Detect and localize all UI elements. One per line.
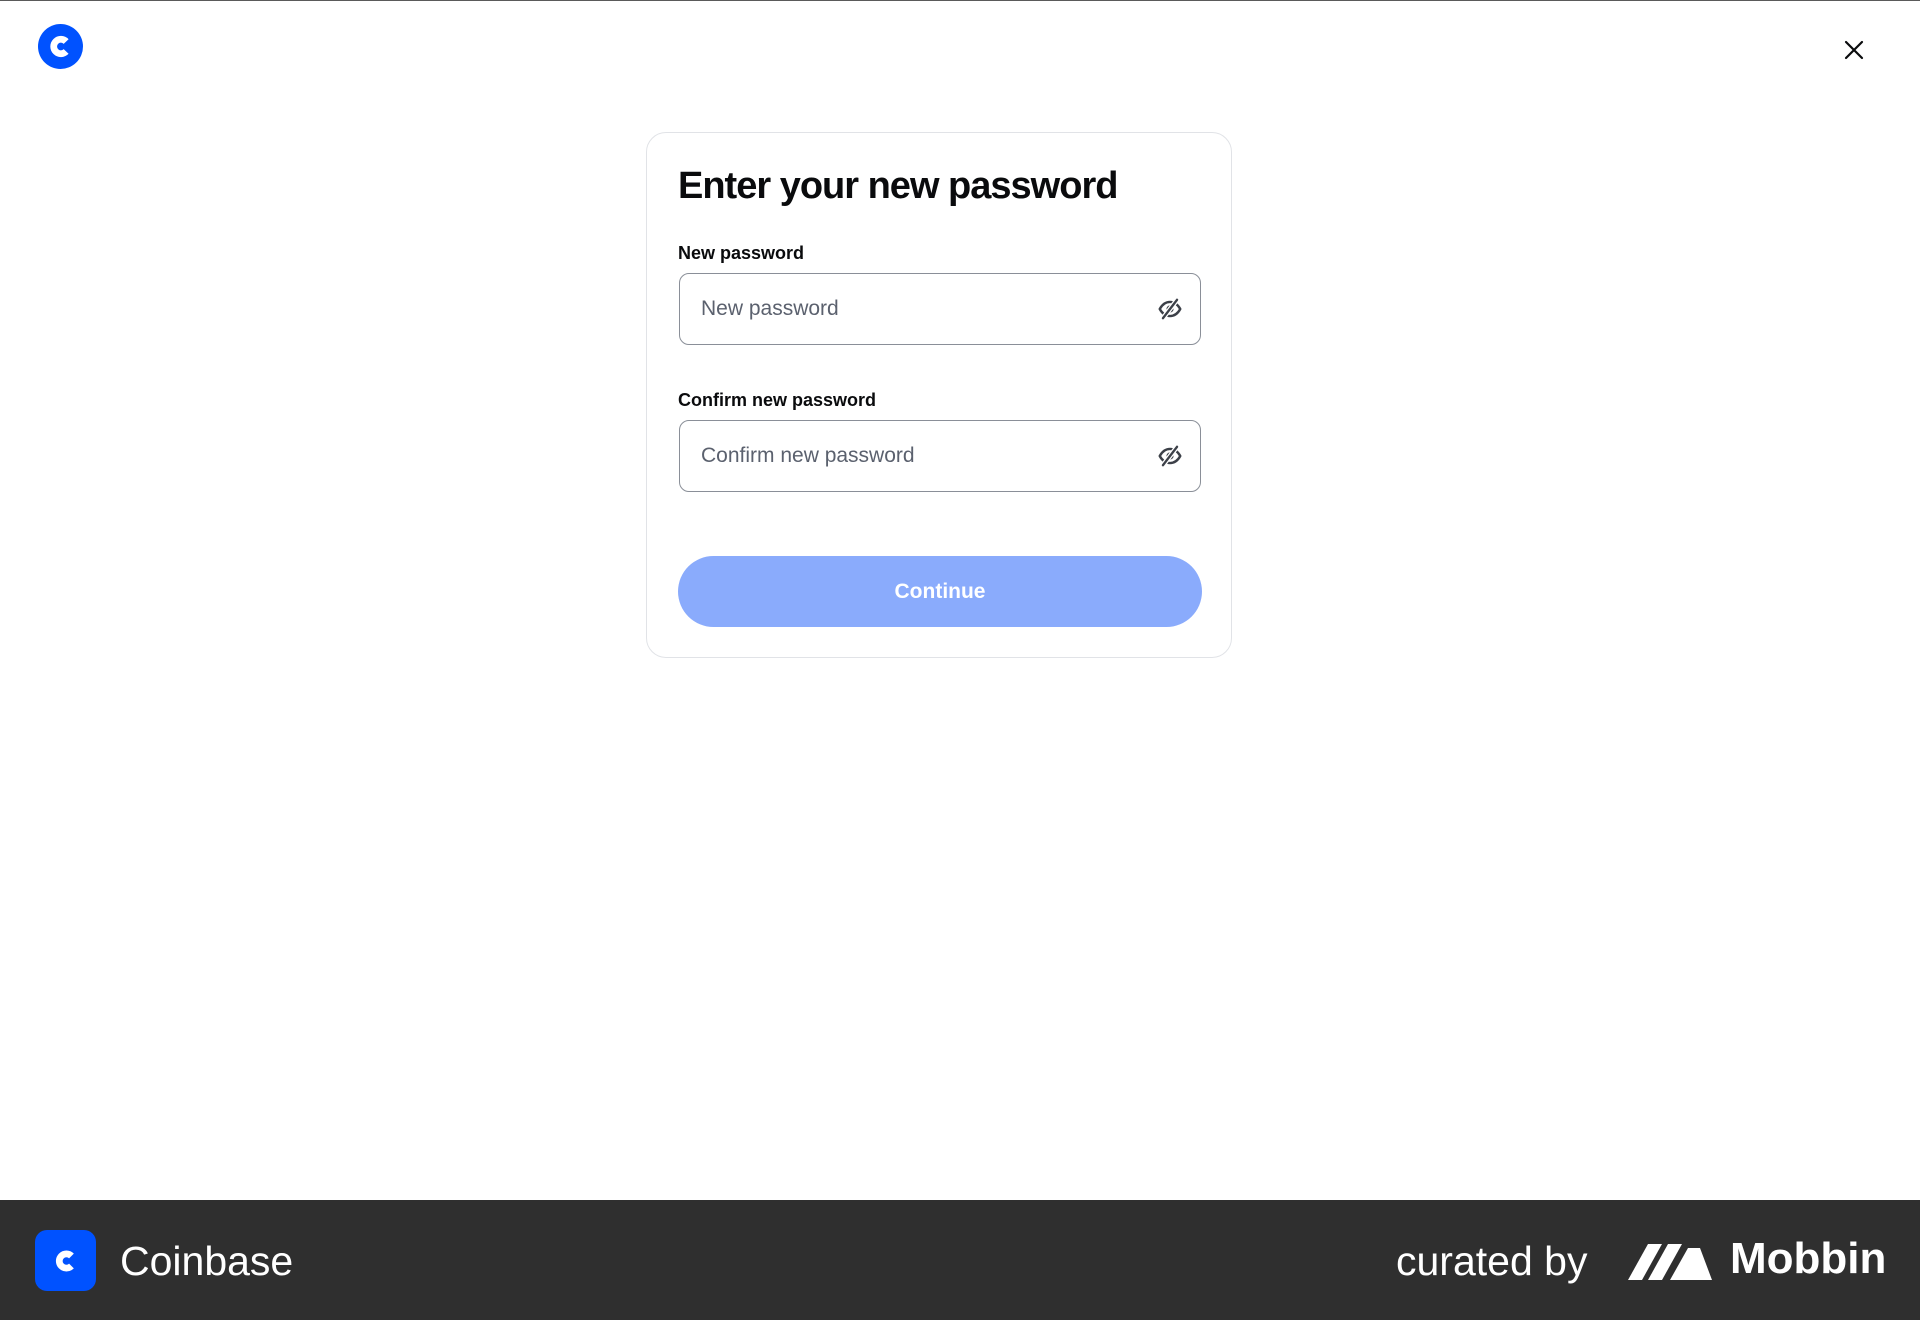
- confirm-password-visibility-toggle[interactable]: [1152, 438, 1188, 474]
- eye-off-icon: [1158, 444, 1182, 468]
- close-icon: [1844, 40, 1864, 60]
- eye-off-icon: [1158, 297, 1182, 321]
- footer-banner: Coinbase curated by Mobbin: [0, 1200, 1920, 1320]
- confirm-password-input[interactable]: [680, 421, 1130, 491]
- page: Enter your new password New password Con…: [0, 0, 1920, 1320]
- curated-by-text: curated by: [1396, 1238, 1588, 1284]
- page-title: Enter your new password: [678, 165, 1118, 207]
- new-password-label: New password: [678, 243, 805, 263]
- top-border: [0, 0, 1920, 1]
- new-password-input[interactable]: [680, 274, 1130, 344]
- confirm-password-field-container: [679, 420, 1201, 492]
- coinbase-app-icon: [35, 1230, 96, 1291]
- mobbin-logo-icon: [1626, 1240, 1716, 1282]
- close-button[interactable]: [1832, 28, 1876, 72]
- coinbase-logo-icon[interactable]: [38, 24, 83, 69]
- new-password-visibility-toggle[interactable]: [1152, 291, 1188, 327]
- confirm-password-label: Confirm new password: [678, 390, 877, 410]
- continue-button[interactable]: Continue: [678, 556, 1202, 627]
- reset-password-card: Enter your new password New password Con…: [646, 132, 1232, 658]
- footer-app-name: Coinbase: [120, 1238, 294, 1284]
- mobbin-wordmark: Mobbin: [1730, 1234, 1887, 1283]
- new-password-field-container: [679, 273, 1201, 345]
